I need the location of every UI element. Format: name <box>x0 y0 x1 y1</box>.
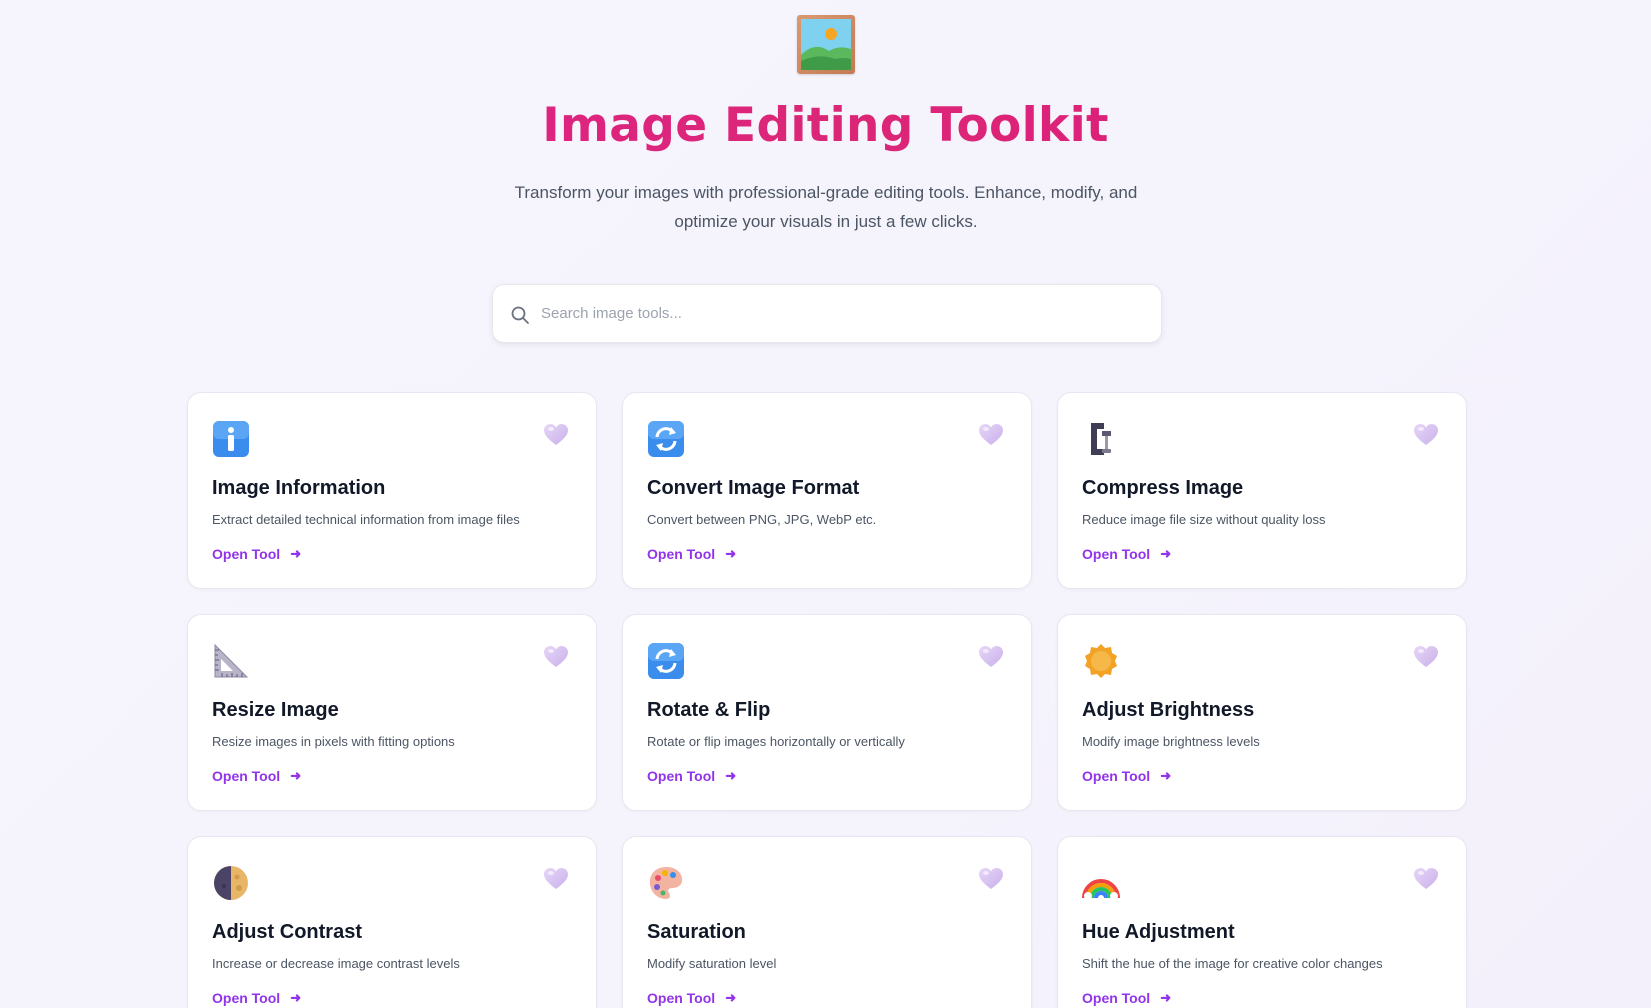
page-title: Image Editing Toolkit <box>0 98 1651 153</box>
open-tool-label: Open Tool <box>1082 768 1151 784</box>
tool-title: Rotate & Flip <box>647 699 771 721</box>
tool-card[interactable]: Saturation Modify saturation level Open To… <box>622 836 1032 1008</box>
refresh-arrows-icon <box>647 642 685 680</box>
search-input[interactable] <box>541 285 1141 341</box>
open-tool-label: Open Tool <box>1082 546 1151 562</box>
favorite-heart-icon[interactable] <box>543 423 569 447</box>
arrow-right-icon: ➜ <box>290 990 302 1005</box>
arrow-right-icon: ➜ <box>725 990 737 1005</box>
favorite-heart-icon[interactable] <box>543 867 569 891</box>
open-tool-link[interactable]: Open Tool ➜ <box>647 768 736 784</box>
favorite-heart-icon[interactable] <box>978 423 1004 447</box>
open-tool-link[interactable]: Open Tool ➜ <box>212 990 301 1006</box>
tool-description: Extract detailed technical information f… <box>212 512 520 527</box>
clamp-icon <box>1082 420 1120 458</box>
triangular-ruler-icon <box>212 642 250 680</box>
arrow-right-icon: ➜ <box>1160 546 1172 561</box>
open-tool-link[interactable]: Open Tool ➜ <box>212 768 301 784</box>
information-icon <box>212 420 250 458</box>
framed-picture-icon <box>797 15 855 74</box>
open-tool-label: Open Tool <box>212 990 281 1006</box>
open-tool-link[interactable]: Open Tool ➜ <box>1082 990 1171 1006</box>
open-tool-label: Open Tool <box>1082 990 1151 1006</box>
arrow-right-icon: ➜ <box>1160 990 1172 1005</box>
open-tool-link[interactable]: Open Tool ➜ <box>1082 546 1171 562</box>
page-subtitle: Transform your images with professional-… <box>514 183 1138 231</box>
open-tool-link[interactable]: Open Tool ➜ <box>647 546 736 562</box>
arrow-right-icon: ➜ <box>1160 768 1172 783</box>
tool-title: Saturation <box>647 921 746 943</box>
page: Image Editing Toolkit Transform your ima… <box>0 0 1651 1008</box>
favorite-heart-icon[interactable] <box>1413 867 1439 891</box>
tool-card[interactable]: Adjust Contrast Increase or decrease imag… <box>187 836 597 1008</box>
tool-description: Resize images in pixels with fitting opt… <box>212 734 455 749</box>
tool-grid: Image Information Extract detailed techni… <box>187 392 1467 1008</box>
open-tool-label: Open Tool <box>647 990 716 1006</box>
tool-description: Rotate or flip images horizontally or ve… <box>647 734 905 749</box>
tool-title: Adjust Brightness <box>1082 699 1255 721</box>
open-tool-link[interactable]: Open Tool ➜ <box>1082 768 1171 784</box>
favorite-heart-icon[interactable] <box>1413 645 1439 669</box>
tool-card[interactable]: Resize Image Resize images in pixels with… <box>187 614 597 811</box>
open-tool-label: Open Tool <box>212 546 281 562</box>
tool-title: Hue Adjustment <box>1082 921 1235 943</box>
tool-title: Resize Image <box>212 699 339 721</box>
favorite-heart-icon[interactable] <box>543 645 569 669</box>
palette-icon <box>647 864 685 902</box>
sun-badge-icon <box>1082 642 1120 680</box>
search-icon <box>510 305 530 325</box>
tool-card[interactable]: Compress Image Reduce image file size wit… <box>1057 392 1467 589</box>
favorite-heart-icon[interactable] <box>978 645 1004 669</box>
refresh-arrows-icon <box>647 420 685 458</box>
arrow-right-icon: ➜ <box>725 768 737 783</box>
arrow-right-icon: ➜ <box>725 546 737 561</box>
open-tool-label: Open Tool <box>647 546 716 562</box>
open-tool-link[interactable]: Open Tool ➜ <box>212 546 301 562</box>
tool-description: Modify saturation level <box>647 956 777 971</box>
tool-description: Reduce image file size without quality l… <box>1082 512 1326 527</box>
rainbow-icon <box>1082 864 1120 902</box>
tool-title: Image Information <box>212 477 386 499</box>
tool-card[interactable]: Adjust Brightness Modify image brightness… <box>1057 614 1467 811</box>
tool-description: Convert between PNG, JPG, WebP etc. <box>647 512 877 527</box>
open-tool-link[interactable]: Open Tool ➜ <box>647 990 736 1006</box>
tool-title: Adjust Contrast <box>212 921 362 943</box>
tool-description: Increase or decrease image contrast leve… <box>212 956 460 971</box>
tool-card[interactable]: Image Information Extract detailed techni… <box>187 392 597 589</box>
favorite-heart-icon[interactable] <box>1413 423 1439 447</box>
open-tool-label: Open Tool <box>647 768 716 784</box>
search-box <box>492 284 1162 343</box>
tool-title: Compress Image <box>1082 477 1244 499</box>
arrow-right-icon: ➜ <box>290 768 302 783</box>
tool-card[interactable]: Rotate & Flip Rotate or flip images horiz… <box>622 614 1032 811</box>
tool-description: Modify image brightness levels <box>1082 734 1260 749</box>
tool-description: Shift the hue of the image for creative … <box>1082 956 1383 971</box>
half-moon-icon <box>212 864 250 902</box>
tool-title: Convert Image Format <box>647 477 860 499</box>
open-tool-label: Open Tool <box>212 768 281 784</box>
tool-card[interactable]: Convert Image Format Convert between PNG,… <box>622 392 1032 589</box>
tool-card[interactable]: Hue Adjustment Shift the hue of the image… <box>1057 836 1467 1008</box>
arrow-right-icon: ➜ <box>290 546 302 561</box>
favorite-heart-icon[interactable] <box>978 867 1004 891</box>
